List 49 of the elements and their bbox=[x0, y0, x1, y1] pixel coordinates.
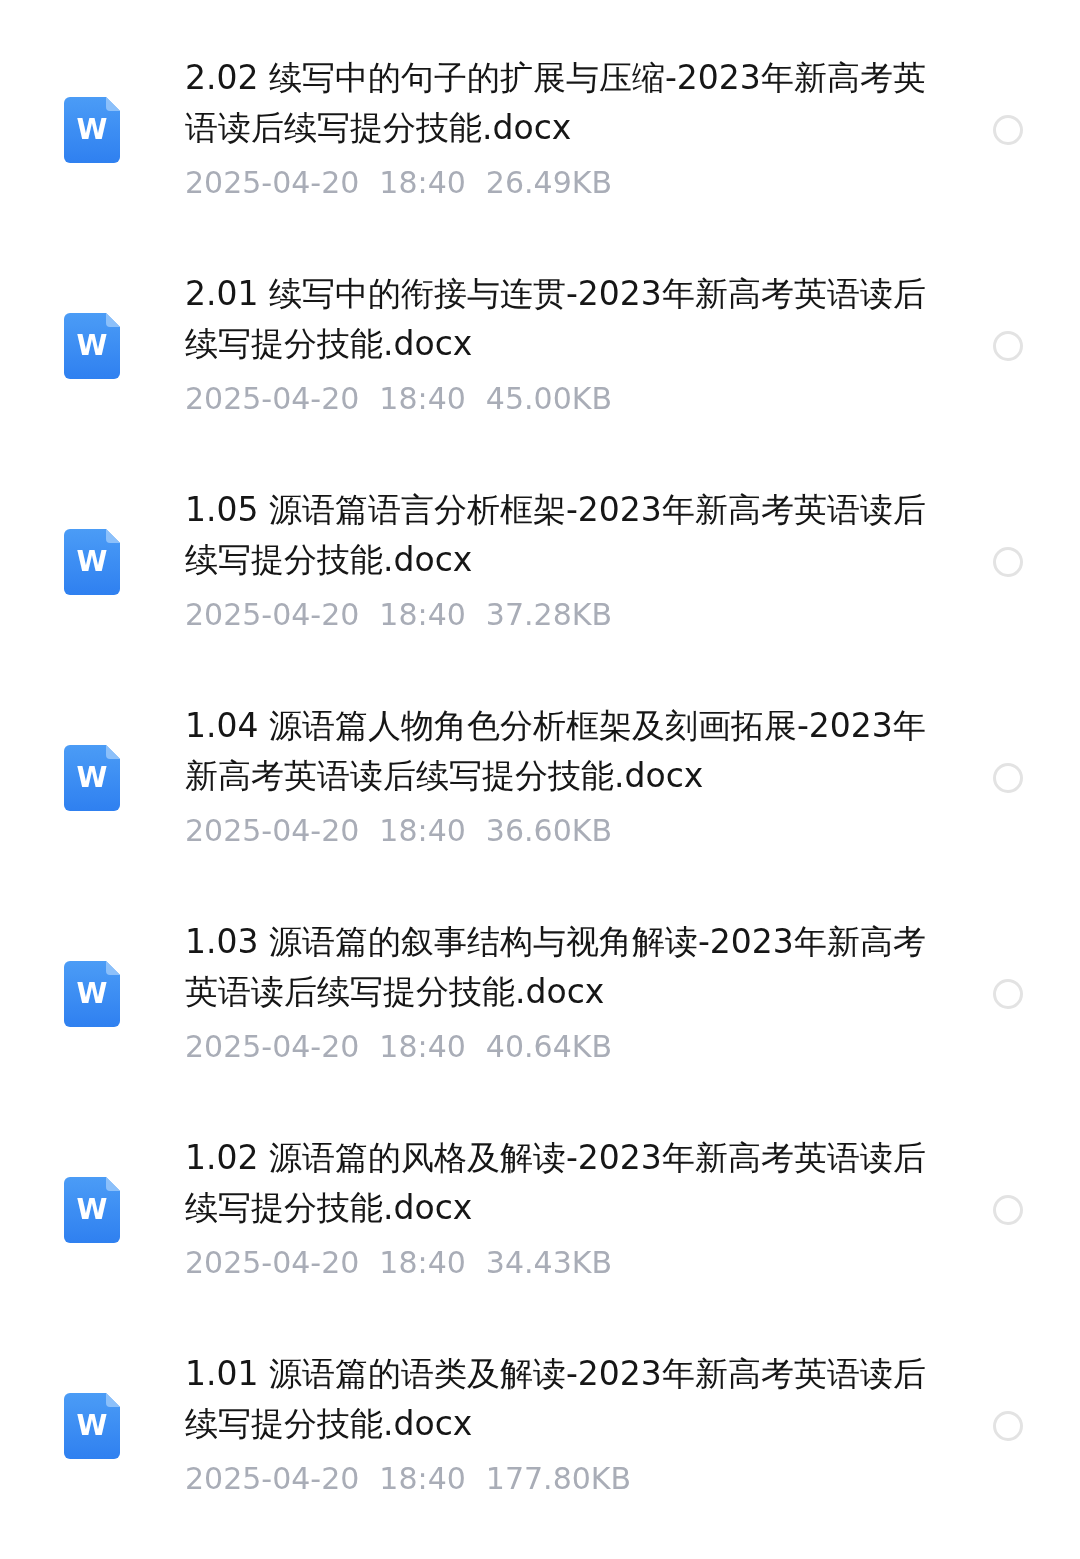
word-document-icon: W bbox=[64, 529, 120, 595]
file-name: 1.03 源语篇的叙事结构与视角解读-2023年新高考英语读后续写提分技能.docx bbox=[185, 921, 927, 1013]
file-time: 18:40 bbox=[379, 596, 466, 634]
file-row[interactable]: W 1.03 源语篇的叙事结构与视角解读-2023年新高考英语读后续写提分技能.docx 2025-04-20 18:40 40.64KB bbox=[0, 917, 1080, 1071]
file-time: 18:40 bbox=[379, 812, 466, 850]
select-radio[interactable] bbox=[993, 1411, 1023, 1441]
file-size: 36.60KB bbox=[485, 812, 612, 850]
file-date: 2025-04-20 bbox=[185, 1028, 360, 1066]
select-radio[interactable] bbox=[993, 979, 1023, 1009]
word-document-icon: W bbox=[64, 313, 120, 379]
file-name: 1.01 源语篇的语类及解读-2023年新高考英语读后续写提分技能.docx bbox=[185, 1353, 927, 1445]
file-size: 37.28KB bbox=[485, 596, 612, 634]
file-name: 2.01 续写中的衔接与连贯-2023年新高考英语读后续写提分技能.docx bbox=[185, 273, 927, 365]
file-size: 177.80KB bbox=[485, 1460, 632, 1498]
file-row[interactable]: W 2.01 续写中的衔接与连贯-2023年新高考英语读后续写提分技能.docx 2025-04-20 18:40 45.00KB bbox=[0, 269, 1080, 423]
file-date: 2025-04-20 bbox=[185, 812, 360, 850]
file-row[interactable]: W 1.02 源语篇的风格及解读-2023年新高考英语读后续写提分技能.docx 2025-04-20 18:40 34.43KB bbox=[0, 1133, 1080, 1287]
select-radio[interactable] bbox=[993, 331, 1023, 361]
word-document-icon: W bbox=[64, 1393, 120, 1459]
file-row[interactable]: W 1.04 源语篇人物角色分析框架及刻画拓展-2023年新高考英语读后续写提分技能.docx 2025-04-20 18:40 36.60KB bbox=[0, 701, 1080, 855]
file-date: 2025-04-20 bbox=[185, 1460, 360, 1498]
select-radio[interactable] bbox=[993, 115, 1023, 145]
file-date: 2025-04-20 bbox=[185, 380, 360, 418]
select-radio[interactable] bbox=[993, 547, 1023, 577]
file-size: 34.43KB bbox=[485, 1244, 612, 1282]
file-size: 40.64KB bbox=[485, 1028, 612, 1066]
file-name: 1.04 源语篇人物角色分析框架及刻画拓展-2023年新高考英语读后续写提分技能.docx bbox=[185, 705, 927, 797]
file-name: 1.02 源语篇的风格及解读-2023年新高考英语读后续写提分技能.docx bbox=[185, 1137, 927, 1229]
file-size: 45.00KB bbox=[485, 380, 612, 418]
file-time: 18:40 bbox=[379, 1244, 466, 1282]
file-date: 2025-04-20 bbox=[185, 164, 360, 202]
word-document-icon: W bbox=[64, 745, 120, 811]
word-document-icon: W bbox=[64, 1177, 120, 1243]
file-time: 18:40 bbox=[379, 164, 466, 202]
file-date: 2025-04-20 bbox=[185, 596, 360, 634]
select-radio[interactable] bbox=[993, 763, 1023, 793]
select-radio[interactable] bbox=[993, 1195, 1023, 1225]
file-time: 18:40 bbox=[379, 380, 466, 418]
file-row[interactable]: W 1.01 源语篇的语类及解读-2023年新高考英语读后续写提分技能.docx 2025-04-20 18:40 177.80KB bbox=[0, 1349, 1080, 1503]
file-row[interactable]: W 2.02 续写中的句子的扩展与压缩-2023年新高考英语读后续写提分技能.docx 2025-04-20 18:40 26.49KB bbox=[0, 53, 1080, 207]
file-size: 26.49KB bbox=[485, 164, 612, 202]
word-document-icon: W bbox=[64, 97, 120, 163]
file-time: 18:40 bbox=[379, 1028, 466, 1066]
file-date: 2025-04-20 bbox=[185, 1244, 360, 1282]
file-time: 18:40 bbox=[379, 1460, 466, 1498]
file-name: 2.02 续写中的句子的扩展与压缩-2023年新高考英语读后续写提分技能.docx bbox=[185, 57, 927, 149]
word-document-icon: W bbox=[64, 961, 120, 1027]
file-name: 1.05 源语篇语言分析框架-2023年新高考英语读后续写提分技能.docx bbox=[185, 489, 927, 581]
file-row[interactable]: W 1.05 源语篇语言分析框架-2023年新高考英语读后续写提分技能.docx 2025-04-20 18:40 37.28KB bbox=[0, 485, 1080, 639]
